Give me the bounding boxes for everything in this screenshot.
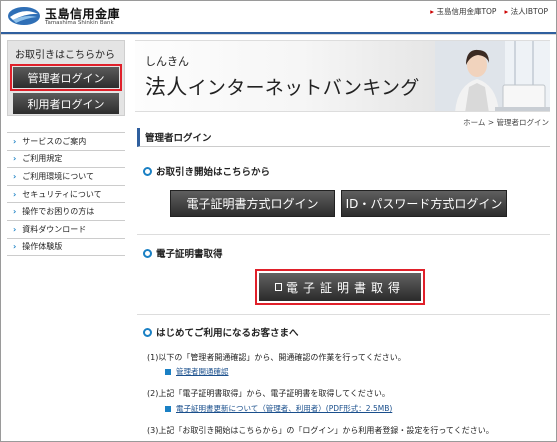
header-rule-shadow [1, 34, 556, 35]
banner-title: 法人インターネットバンキング [145, 75, 420, 99]
section-divider [137, 234, 550, 235]
chevron-right-icon: › [13, 154, 17, 164]
id-password-login-button[interactable]: ID・パスワード方式ログイン [341, 190, 507, 217]
circle-bullet-icon [143, 166, 152, 176]
arrow-right-icon: ▸ [504, 7, 509, 16]
page-title: 管理者ログイン [137, 128, 550, 147]
admin-activation-link[interactable]: 管理者開通確認 [165, 366, 229, 377]
circle-bullet-icon [143, 327, 152, 337]
breadcrumb: ホーム > 管理者ログイン [463, 117, 549, 128]
cert-acquire-button[interactable]: 電子証明書取得 [255, 269, 425, 305]
cert-update-pdf-link[interactable]: 電子証明書更新について（管理者、利用者）(PDF形式：2.5MB) [165, 403, 392, 414]
breadcrumb-separator: > [487, 118, 495, 127]
document-icon [274, 283, 282, 291]
bank-name-en: Tamashima Shinkin Bank [45, 20, 114, 26]
step-2-text: (2)上記「電子証明書取得」から、電子証明書を取得してください。 [147, 389, 390, 398]
link-bank-top[interactable]: ▸ 玉島信用金庫TOP [430, 6, 496, 17]
user-login-button[interactable]: 利用者ログイン [13, 93, 119, 114]
section-start-heading: お取引き開始はこちらから [143, 164, 270, 178]
chevron-right-icon: › [13, 136, 17, 146]
breadcrumb-home[interactable]: ホーム [463, 118, 485, 127]
banner-subtitle: しんきん [145, 55, 189, 68]
section-divider [137, 314, 550, 315]
chevron-right-icon: › [13, 171, 17, 181]
businesswoman-image [435, 41, 550, 111]
sidebar-menu: › サービスのご案内 › ご利用規定 › ご利用環境について › セキュリティについて … [7, 132, 125, 257]
sidebar-item-service-guide[interactable]: › サービスのご案内 [7, 133, 125, 151]
sidebar-item-security[interactable]: › セキュリティについて [7, 186, 125, 204]
admin-login-button[interactable]: 管理者ログイン [10, 64, 122, 91]
chevron-right-icon: › [13, 224, 17, 234]
sidebar-title: お取引きはこちらから [15, 50, 115, 61]
arrow-right-icon: ▸ [430, 7, 435, 16]
section-cert-heading: 電子証明書取得 [143, 246, 223, 260]
top-links: ▸ 玉島信用金庫TOP ▸ 法人IBTOP [430, 6, 548, 17]
sidebar-item-demo[interactable]: › 操作体験版 [7, 239, 125, 257]
sidebar-item-environment[interactable]: › ご利用環境について [7, 168, 125, 186]
breadcrumb-current: 管理者ログイン [496, 118, 550, 127]
chevron-right-icon: › [13, 189, 17, 199]
hero-banner: しんきん 法人インターネットバンキング [135, 40, 550, 112]
circle-bullet-icon [143, 248, 152, 258]
sidebar-item-terms[interactable]: › ご利用規定 [7, 151, 125, 169]
cert-login-button[interactable]: 電子証明書方式ログイン [170, 190, 335, 217]
header: 玉島信用金庫 Tamashima Shinkin Bank ▸ 玉島信用金庫TO… [1, 1, 556, 32]
chevron-right-icon: › [13, 242, 17, 252]
link-bullet-icon [165, 405, 171, 412]
sidebar-item-downloads[interactable]: › 資料ダウンロード [7, 221, 125, 239]
link-corp-ib-top[interactable]: ▸ 法人IBTOP [504, 6, 548, 17]
step-3-text: (3)上記「お取引き開始はこちらから」の「ログイン」から利用者登録・設定を行って… [147, 426, 494, 435]
step-1-text: (1)以下の「管理者開通確認」から、開通確認の作業を行ってください。 [147, 353, 406, 362]
bank-logo-icon [8, 7, 40, 25]
sidebar-item-help[interactable]: › 操作でお困りの方は [7, 203, 125, 221]
sidebar-login-box: お取引きはこちらから 管理者ログイン 利用者ログイン [7, 40, 125, 116]
chevron-right-icon: › [13, 207, 17, 217]
section-first-time-heading: はじめてご利用になるお客さまへ [143, 325, 299, 339]
link-bullet-icon [165, 368, 171, 375]
